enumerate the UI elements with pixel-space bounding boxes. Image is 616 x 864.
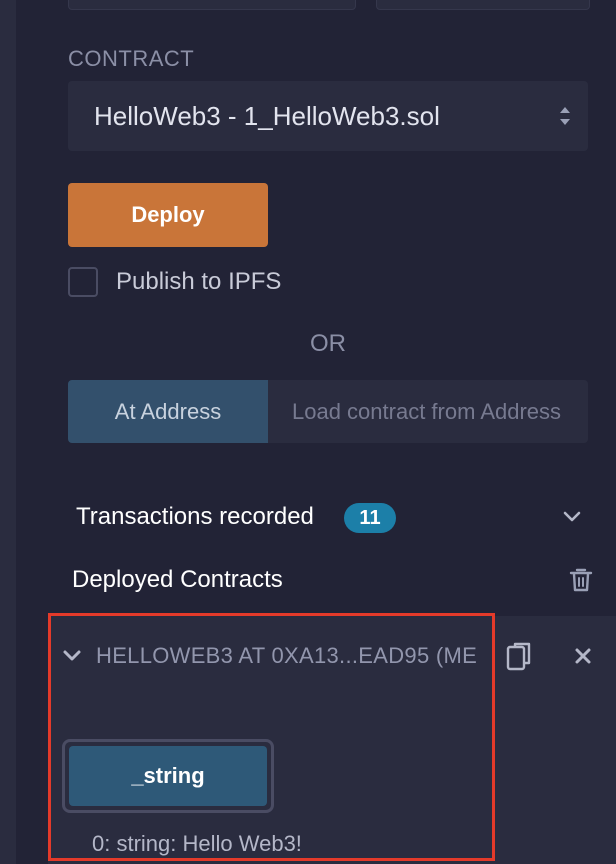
publish-ipfs-checkbox[interactable]: [68, 267, 98, 297]
deployed-contracts-label: Deployed Contracts: [72, 566, 283, 593]
contract-select[interactable]: HelloWeb3 - 1_HelloWeb3.sol: [68, 81, 588, 151]
or-divider: OR: [310, 330, 346, 357]
contract-select-value: HelloWeb3 - 1_HelloWeb3.sol: [94, 100, 440, 131]
at-address-button[interactable]: At Address: [68, 380, 268, 443]
load-address-input[interactable]: [268, 380, 588, 443]
left-rail: [0, 0, 16, 864]
gas-limit-field[interactable]: [68, 0, 356, 10]
select-arrows-icon: [560, 107, 570, 125]
copy-icon[interactable]: [506, 641, 534, 673]
trash-icon[interactable]: [569, 567, 593, 593]
close-icon[interactable]: [573, 646, 593, 666]
deploy-button[interactable]: Deploy: [68, 183, 268, 247]
chevron-down-icon[interactable]: [562, 509, 582, 525]
highlight-annotation: [48, 613, 495, 861]
publish-ipfs-label: Publish to IPFS: [116, 268, 282, 295]
contract-section-label: CONTRACT: [68, 46, 195, 71]
transactions-recorded-label[interactable]: Transactions recorded: [76, 503, 314, 531]
value-field[interactable]: [376, 0, 590, 10]
transactions-count-badge: 11: [344, 503, 396, 533]
